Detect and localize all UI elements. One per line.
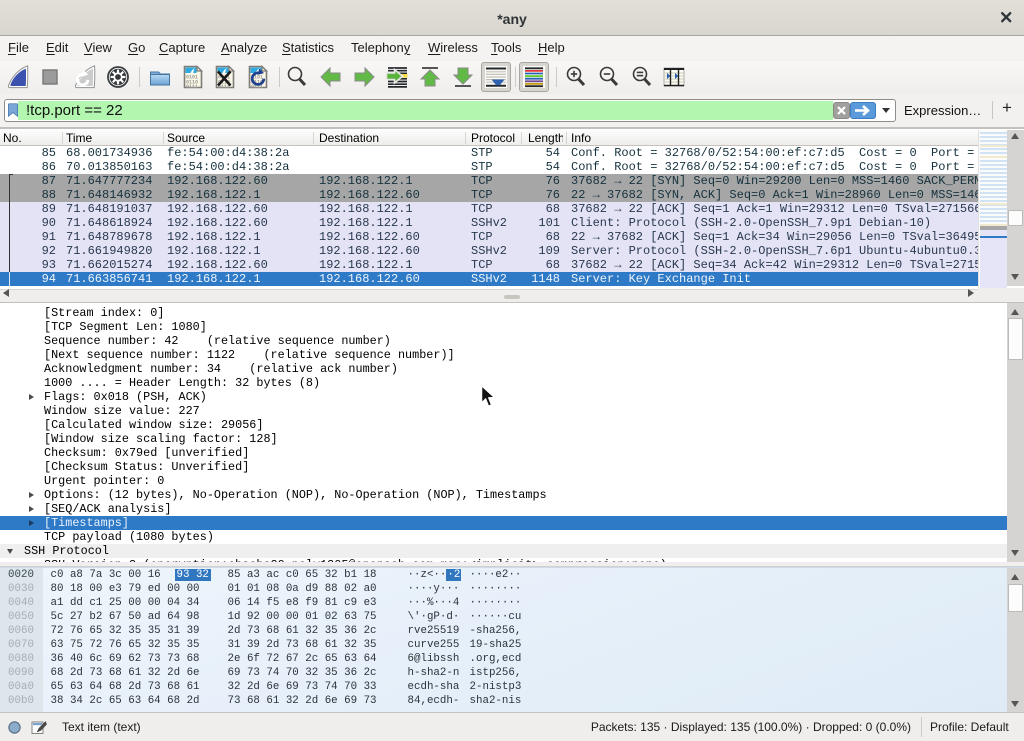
svg-text:0111: 0111: [186, 84, 198, 89]
